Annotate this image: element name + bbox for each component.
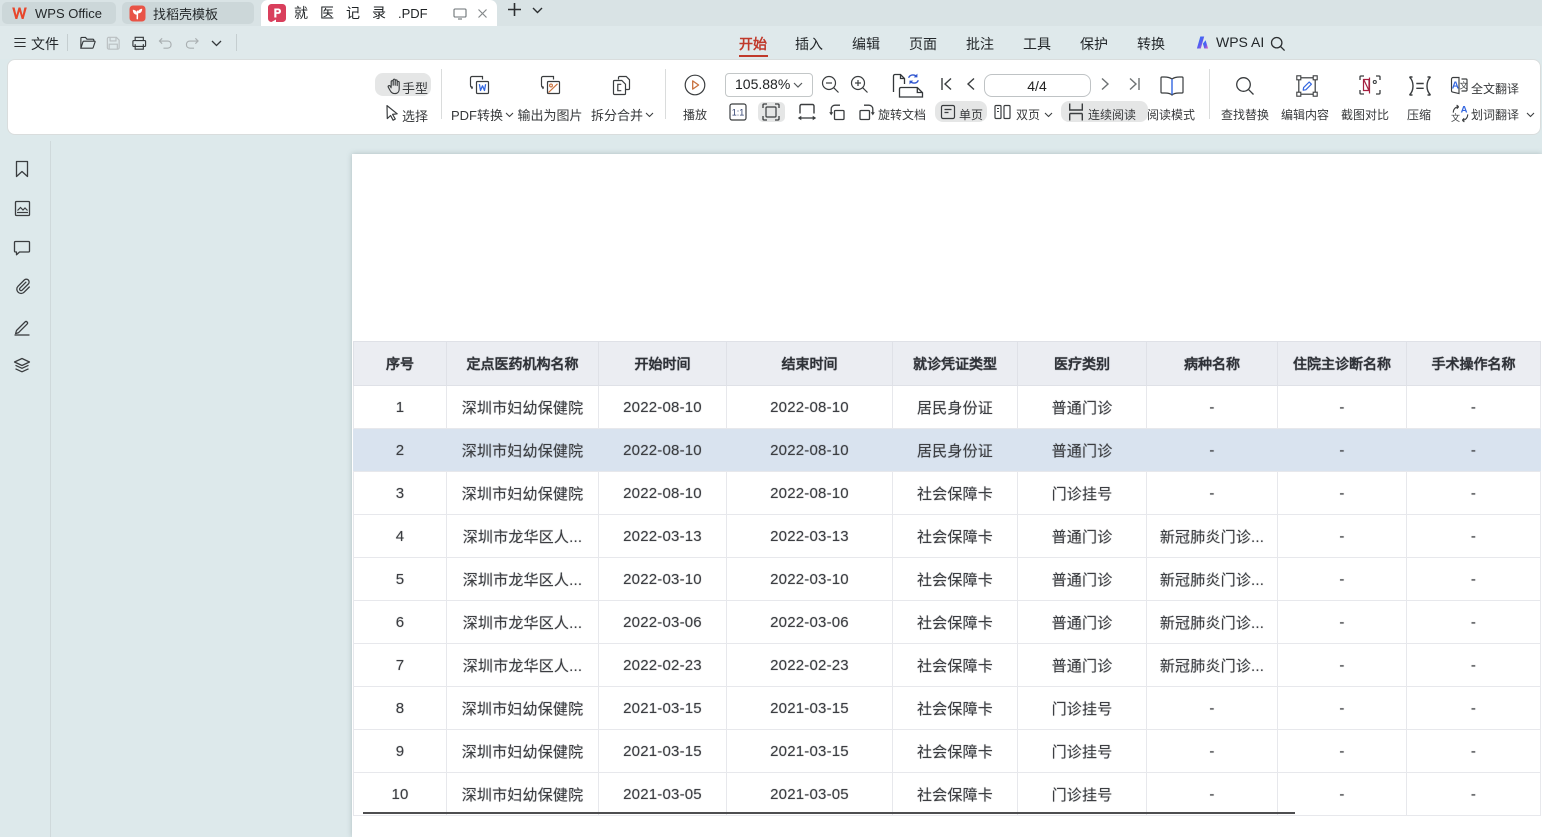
svg-text:文: 文 [1460, 80, 1468, 90]
svg-text:1:1: 1:1 [732, 108, 745, 118]
svg-text:文: 文 [1451, 112, 1460, 123]
svg-text:A: A [1452, 81, 1459, 92]
svg-text:A: A [1461, 105, 1468, 116]
